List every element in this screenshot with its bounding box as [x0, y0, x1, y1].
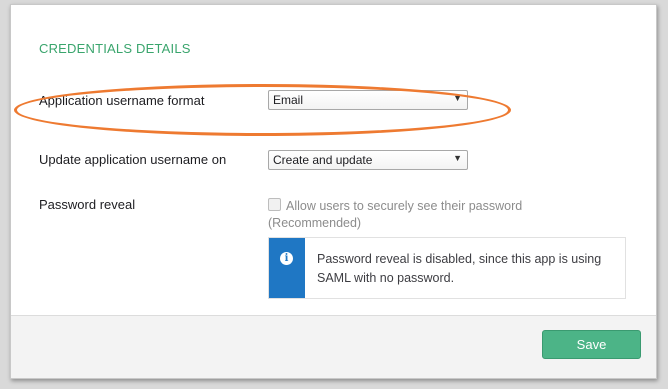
info-text: Password reveal is disabled, since this …: [317, 252, 602, 285]
info-icon: i: [280, 252, 293, 265]
password-reveal-checkbox-label: Allow users to securely see their passwo…: [268, 199, 523, 230]
username-format-value: Email: [273, 93, 304, 107]
update-on-label: Update application username on: [39, 152, 227, 167]
password-reveal-option: Allow users to securely see their passwo…: [268, 198, 558, 232]
section-title: CREDENTIALS DETAILS: [39, 41, 191, 56]
info-bar: i: [269, 238, 305, 298]
update-on-value: Create and update: [273, 153, 373, 167]
chevron-down-icon: ▼: [453, 153, 462, 163]
info-callout: i Password reveal is disabled, since thi…: [268, 237, 626, 299]
panel-footer: Save: [11, 315, 656, 378]
save-button[interactable]: Save: [542, 330, 641, 359]
username-format-select[interactable]: Email ▼: [268, 90, 468, 110]
password-reveal-checkbox[interactable]: [268, 198, 281, 211]
username-format-label: Application username format: [39, 93, 205, 108]
update-on-select[interactable]: Create and update ▼: [268, 150, 468, 170]
chevron-down-icon: ▼: [453, 93, 462, 103]
password-reveal-label: Password reveal: [39, 197, 136, 212]
credentials-panel: CREDENTIALS DETAILS Application username…: [10, 4, 657, 379]
